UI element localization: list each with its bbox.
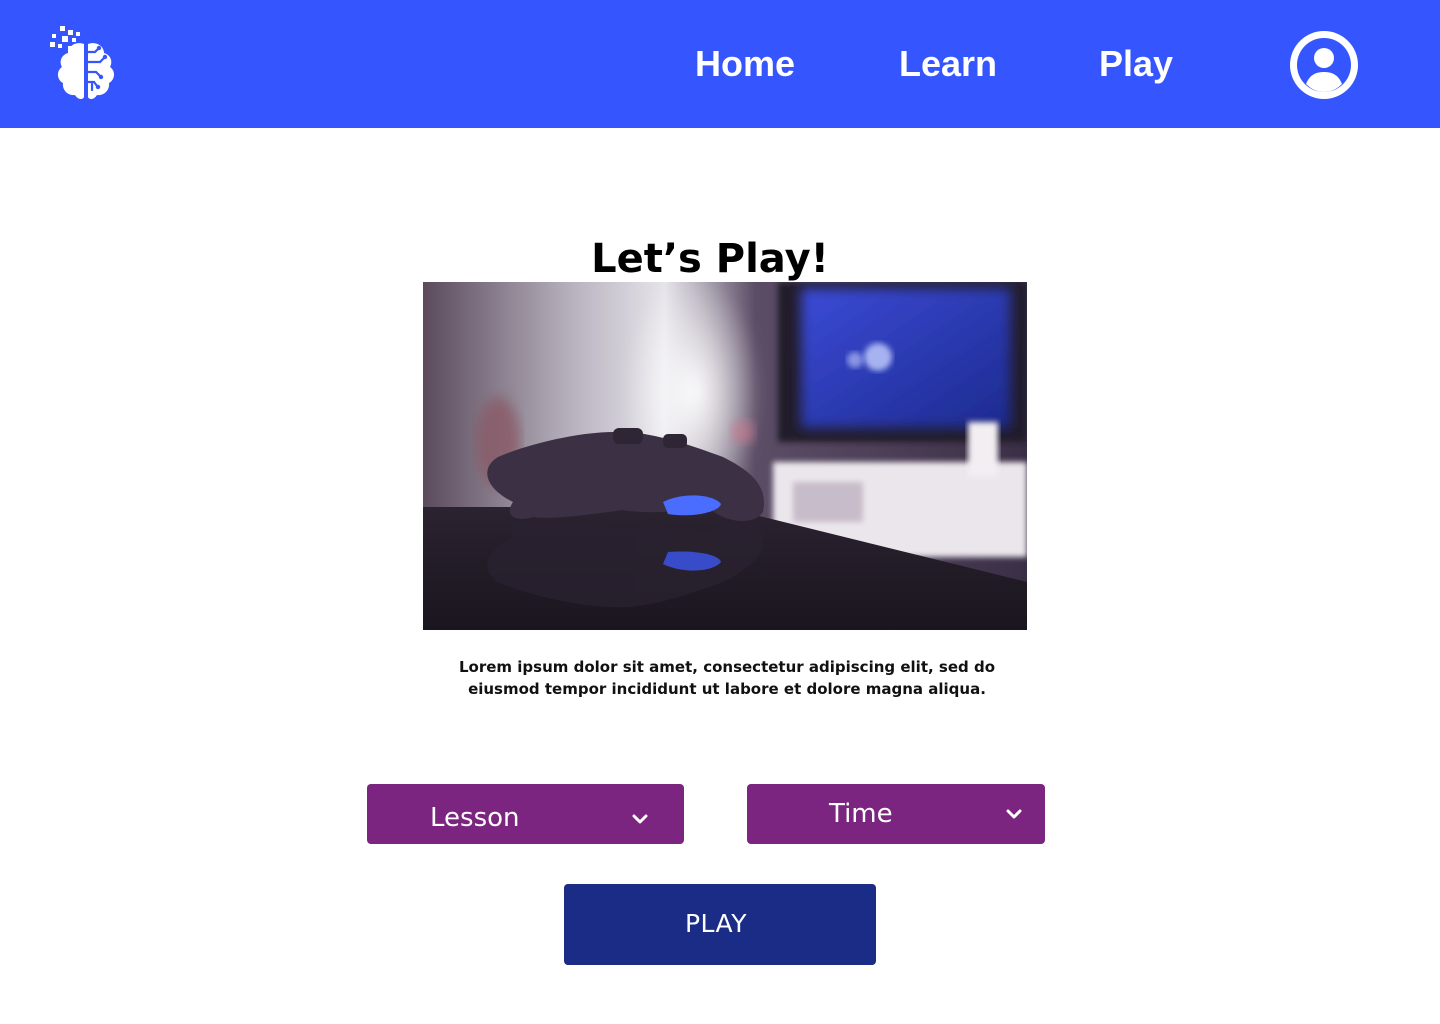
user-avatar-icon[interactable] [1290, 31, 1358, 99]
chevron-down-icon [1006, 809, 1022, 819]
time-dropdown[interactable]: Time [747, 784, 1045, 844]
nav-play-link[interactable]: Play [1099, 42, 1173, 86]
page-title: Let’s Play! [591, 235, 829, 282]
play-description: Lorem ipsum dolor sit amet, consectetur … [458, 658, 996, 698]
lesson-dropdown[interactable]: Lesson [367, 784, 684, 844]
game-controller-photo [423, 282, 1027, 630]
time-dropdown-label: Time [829, 799, 893, 829]
nav-learn-link[interactable]: Learn [899, 42, 997, 86]
chevron-down-icon [632, 814, 648, 824]
play-button-label: PLAY [684, 909, 747, 938]
lesson-dropdown-label: Lesson [430, 803, 520, 833]
nav-home-link[interactable]: Home [695, 42, 795, 86]
top-navbar: Home Learn Play [0, 0, 1440, 128]
play-button[interactable]: PLAY [564, 884, 876, 965]
brain-logo-icon[interactable] [48, 24, 124, 104]
